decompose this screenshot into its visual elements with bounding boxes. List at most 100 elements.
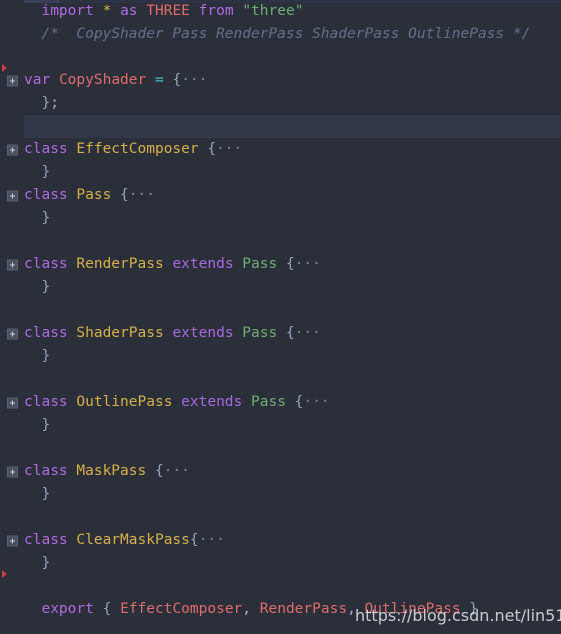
code-line[interactable] [0,299,561,322]
fold-expand-plus-icon[interactable] [7,259,18,270]
code-line[interactable]: } [0,276,561,299]
code-token: ··· [294,325,321,341]
code-token: from [198,3,234,19]
code-line-text: } [24,210,50,226]
code-token: ··· [128,187,155,203]
code-line-text: } [24,555,50,571]
code-token: ··· [163,463,190,479]
code-line-text: } [24,279,50,295]
fold-expand-plus-icon[interactable] [7,466,18,477]
code-token: class [24,532,68,548]
code-line[interactable]: class ShaderPass extends Pass {··· [0,322,561,345]
code-token: = [154,72,164,88]
code-line[interactable]: class OutlinePass extends Pass {··· [0,391,561,414]
code-line-text: } [24,486,50,502]
code-token: } [41,555,51,571]
code-token: extends [181,394,243,410]
code-token: { [172,72,182,88]
code-line[interactable] [0,368,561,391]
code-token: as [120,3,138,19]
code-line[interactable]: } [0,552,561,575]
code-line[interactable]: class EffectComposer {··· [0,138,561,161]
code-line[interactable]: } [0,345,561,368]
code-token: CopyShader [58,72,147,88]
code-token: { [189,532,199,548]
code-token: THREE [146,3,190,19]
code-line[interactable]: class ClearMaskPass{··· [0,529,561,552]
code-line-text: class RenderPass extends Pass {··· [24,256,321,272]
code-line[interactable]: class RenderPass extends Pass {··· [0,253,561,276]
code-line[interactable] [0,437,561,460]
code-line[interactable]: var CopyShader = {··· [0,64,561,92]
code-token: export [41,601,94,617]
code-line-text: class ShaderPass extends Pass {··· [24,325,321,341]
code-line-text: } [24,417,50,433]
code-token: /* CopyShader Pass RenderPass ShaderPass… [24,26,531,42]
code-line[interactable] [0,115,561,138]
code-line[interactable] [0,230,561,253]
fold-expand-plus-icon[interactable] [7,535,18,546]
fold-expand-plus-icon[interactable] [7,75,18,86]
code-token: Pass [251,394,286,410]
code-token: RenderPass [259,601,348,617]
code-line[interactable] [0,570,561,598]
code-token: Pass [242,325,278,341]
code-token: EffectComposer [120,601,243,617]
code-line[interactable]: /* CopyShader Pass RenderPass ShaderPass… [0,23,561,46]
red-triangle-marker-icon [2,64,7,72]
code-line[interactable] [0,506,561,529]
fold-expand-plus-icon[interactable] [7,328,18,339]
code-token: } [469,601,479,617]
code-token: ClearMaskPass [76,532,190,548]
code-token: class [24,256,68,272]
code-token: { [285,325,295,341]
code-token: } [41,210,51,226]
code-line[interactable]: }; [0,92,561,115]
code-line[interactable]: } [0,483,561,506]
code-token: } [41,417,51,433]
code-line[interactable]: import * as THREE from "three" [0,0,561,23]
code-line-text: class Pass {··· [24,187,155,203]
code-line[interactable]: } [0,207,561,230]
code-token: class [24,325,68,341]
fold-expand-plus-icon[interactable] [7,144,18,155]
code-line-text: /* CopyShader Pass RenderPass ShaderPass… [24,26,530,42]
code-editor-pane[interactable]: import * as THREE from "three" /* CopySh… [0,0,561,634]
code-token: } [41,486,51,502]
code-line[interactable]: export { EffectComposer, RenderPass, Out… [0,598,561,621]
code-line[interactable]: class Pass {··· [0,184,561,207]
code-token: class [24,141,68,157]
code-token: ··· [198,532,225,548]
fold-expand-plus-icon[interactable] [7,190,18,201]
code-token: "three" [242,3,304,19]
code-token: class [24,187,68,203]
code-token: , [347,601,356,617]
code-line-text: export { EffectComposer, RenderPass, Out… [24,601,478,617]
code-token: MaskPass [76,463,147,479]
code-line[interactable]: } [0,414,561,437]
code-line-text: class OutlinePass extends Pass {··· [24,394,330,410]
code-line[interactable]: } [0,161,561,184]
fold-expand-plus-icon[interactable] [7,397,18,408]
code-line[interactable] [0,46,561,69]
code-content-area[interactable]: import * as THREE from "three" /* CopySh… [0,0,561,634]
code-token: Pass [76,187,112,203]
code-line[interactable]: class MaskPass {··· [0,460,561,483]
